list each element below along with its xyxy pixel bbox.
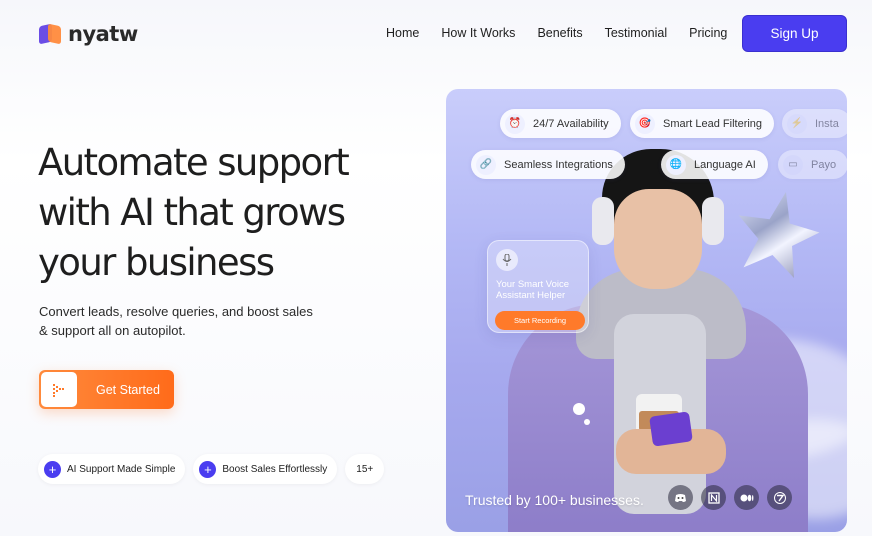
star-3d-icon xyxy=(726,183,828,285)
hero-headline: Automate support with AI that grows your… xyxy=(38,138,378,288)
globe-icon: 🌐 xyxy=(666,154,686,175)
brand-name: nyatw xyxy=(68,22,138,46)
nav-item-testimonial[interactable]: Testimonial xyxy=(605,26,668,40)
brand-logos xyxy=(668,485,792,510)
indicator-dot-small xyxy=(584,419,590,425)
card-icon: ▭ xyxy=(783,154,803,175)
count-badge: 15+ xyxy=(345,454,385,484)
medium-icon xyxy=(734,485,759,510)
feature-label: Language AI xyxy=(694,158,756,171)
arrow-right-icon xyxy=(41,372,77,407)
feature-chip-language: 🌐 Language AI xyxy=(661,150,768,179)
feature-chip-insta: ⚡ Insta xyxy=(782,109,847,138)
feature-label: Payo xyxy=(811,158,837,171)
get-started-button[interactable]: Get Started xyxy=(39,370,174,409)
webflow-icon xyxy=(767,485,792,510)
headline-line-2: with AI that grows xyxy=(38,191,346,234)
pill-label: Boost Sales Effortlessly xyxy=(222,463,328,475)
pill-label: AI Support Made Simple xyxy=(67,463,176,475)
discord-icon xyxy=(668,485,693,510)
brand-logo[interactable]: nyatw xyxy=(38,22,138,46)
main-nav: Home How It Works Benefits Testimonial P… xyxy=(386,26,749,40)
feature-chip-lead-filtering: 🎯 Smart Lead Filtering xyxy=(630,109,775,138)
voice-widget-title: Your Smart Voice Assistant Helper xyxy=(496,279,570,301)
notion-icon xyxy=(701,485,726,510)
feature-label: Seamless Integrations xyxy=(504,158,613,171)
feature-label: Smart Lead Filtering xyxy=(663,117,763,130)
pill-boost-sales: + Boost Sales Effortlessly xyxy=(193,454,338,484)
subtext-line-2: & support all on autopilot. xyxy=(39,323,186,338)
nav-item-home[interactable]: Home xyxy=(386,26,419,40)
nav-item-pricing[interactable]: Pricing xyxy=(689,26,727,40)
start-recording-button[interactable]: Start Recording xyxy=(495,311,585,330)
hero-image-card: ⏰ 24/7 Availability 🎯 Smart Lead Filteri… xyxy=(446,89,847,532)
logo-mark-icon xyxy=(38,22,62,46)
sign-up-button[interactable]: Sign Up xyxy=(742,15,847,52)
plus-icon: + xyxy=(199,460,217,478)
feature-chip-availability: ⏰ 24/7 Availability xyxy=(500,109,621,138)
pill-ai-support: + AI Support Made Simple xyxy=(38,454,186,484)
get-started-label: Get Started xyxy=(96,382,160,397)
feature-label: 24/7 Availability xyxy=(533,117,609,130)
target-icon: 🎯 xyxy=(635,113,655,134)
feature-chip-payo: ▭ Payo xyxy=(778,150,847,179)
feature-chip-integrations: 🔗 Seamless Integrations xyxy=(471,150,625,179)
plus-icon: + xyxy=(44,460,61,478)
microphone-icon xyxy=(496,249,518,271)
subtext-line-1: Convert leads, resolve queries, and boos… xyxy=(39,304,313,319)
trusted-text: Trusted by 100+ businesses. xyxy=(465,492,644,508)
voice-assistant-widget: Your Smart Voice Assistant Helper Start … xyxy=(487,240,589,333)
link-icon: 🔗 xyxy=(476,154,496,175)
alarm-clock-icon: ⏰ xyxy=(505,113,525,134)
indicator-dot xyxy=(573,403,585,415)
feature-label: Insta xyxy=(815,117,839,130)
nav-item-how-it-works[interactable]: How It Works xyxy=(441,26,515,40)
headline-line-1: Automate support xyxy=(38,141,350,184)
hero-subtext: Convert leads, resolve queries, and boos… xyxy=(39,302,339,340)
nav-item-benefits[interactable]: Benefits xyxy=(537,26,582,40)
feature-pills: + AI Support Made Simple + Boost Sales E… xyxy=(38,454,385,484)
lightning-icon: ⚡ xyxy=(787,113,807,134)
headline-line-3: your business xyxy=(38,241,275,284)
